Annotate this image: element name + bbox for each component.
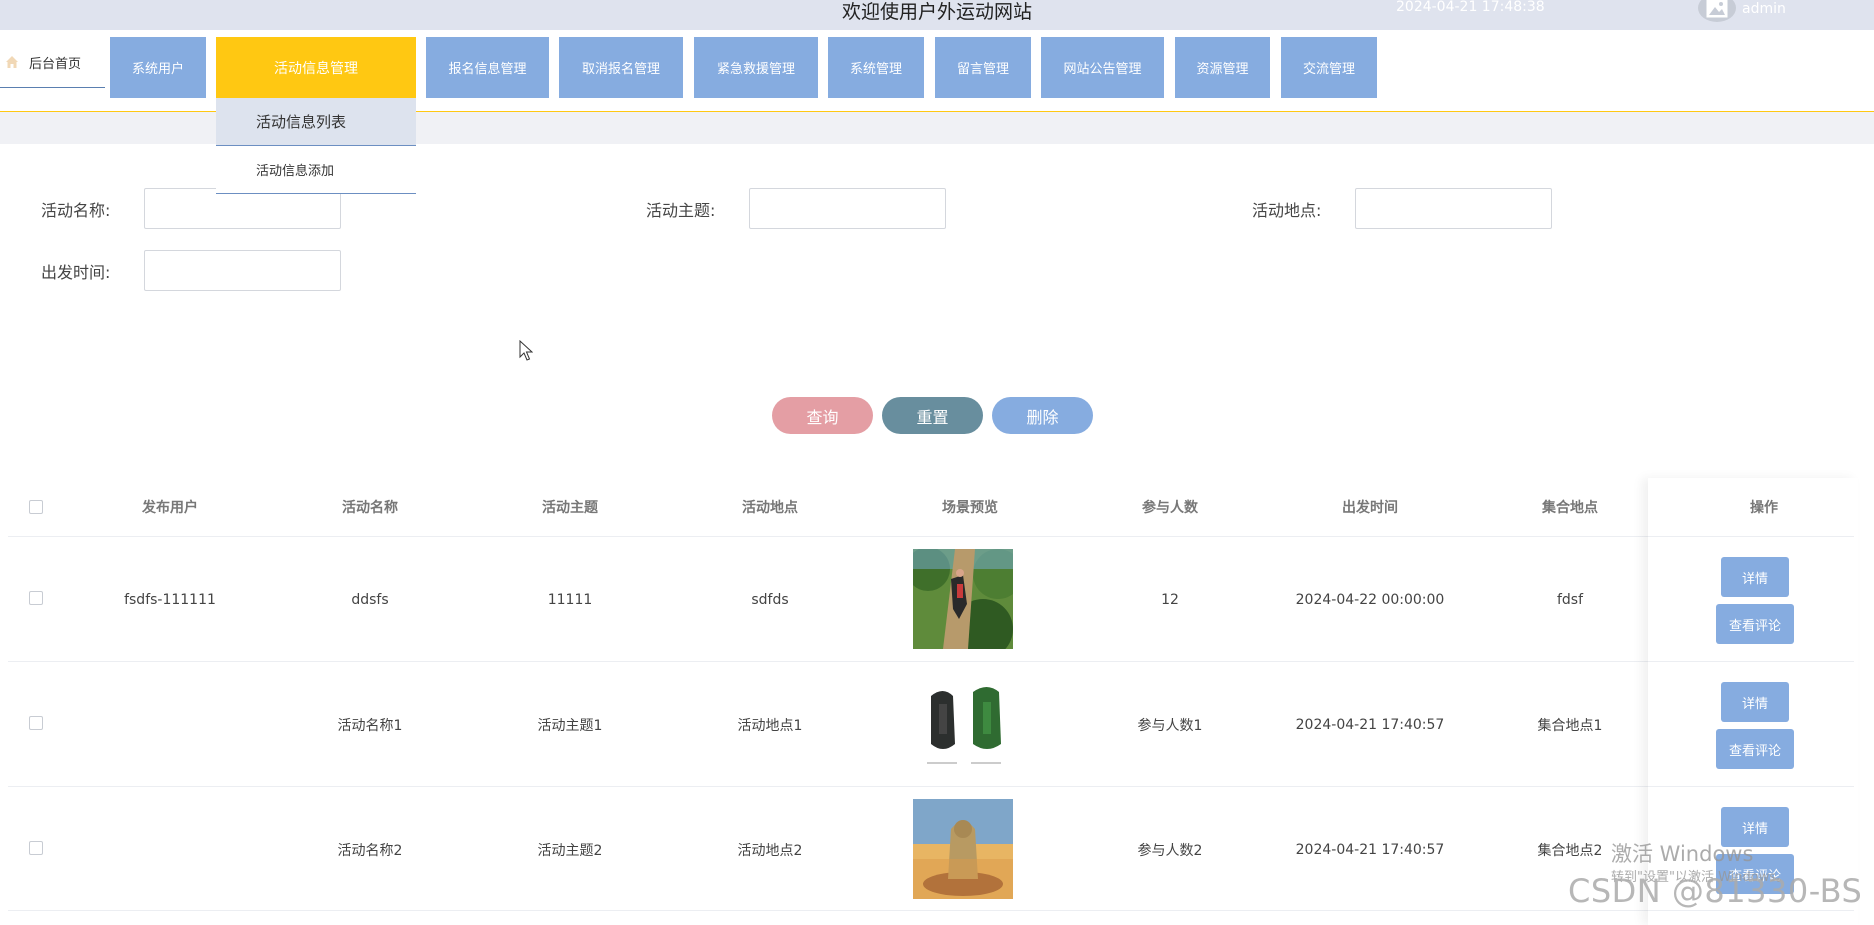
cell-user: fsdfs-111111 xyxy=(124,591,216,608)
cell-theme: 活动主题2 xyxy=(537,842,603,859)
detail-button[interactable]: 详情 xyxy=(1721,682,1789,722)
nav-cancel-registration[interactable]: 取消报名管理 xyxy=(559,37,683,98)
nav-exchange-management[interactable]: 交流管理 xyxy=(1281,37,1377,98)
query-button[interactable]: 查询 xyxy=(772,397,873,434)
nav-activity-management[interactable]: 活动信息管理 xyxy=(216,37,416,98)
activity-location-input[interactable] xyxy=(1355,188,1552,229)
view-comments-button[interactable]: 查看评论 xyxy=(1716,729,1794,769)
col-header-actions: 操作 xyxy=(1750,500,1778,516)
view-comments-button[interactable]: 查看评论 xyxy=(1716,604,1794,644)
cell-theme: 11111 xyxy=(547,591,593,608)
cell-user xyxy=(70,662,270,787)
cell-departure: 2024-04-22 00:00:00 xyxy=(1295,591,1445,608)
activate-windows-watermark: 激活 Windows xyxy=(1611,842,1754,866)
cell-meeting-point: 集合地点1 xyxy=(1537,717,1603,734)
datetime-display: 2024-04-21 17:48:38 xyxy=(1396,0,1545,15)
cell-participants: 参与人数2 xyxy=(1137,842,1203,859)
delete-button[interactable]: 删除 xyxy=(992,397,1093,434)
activity-dropdown-menu: 活动信息列表 活动信息添加 xyxy=(216,98,416,194)
cell-participants: 12 xyxy=(1161,591,1179,608)
image-placeholder-icon xyxy=(1706,0,1728,18)
activity-location-label: 活动地点: xyxy=(1252,201,1322,220)
col-header-preview: 场景预览 xyxy=(942,500,998,516)
menu-item-activity-list[interactable]: 活动信息列表 xyxy=(216,98,416,146)
cell-departure: 2024-04-21 17:40:57 xyxy=(1295,841,1445,858)
mouse-cursor-icon xyxy=(519,340,533,361)
col-header-location: 活动地点 xyxy=(742,500,798,516)
nav-resource-management[interactable]: 资源管理 xyxy=(1175,37,1270,98)
table-row: fsdfs-111111 ddsfs 11111 sdfds 12 2024-0… xyxy=(8,536,1854,661)
cell-theme: 活动主题1 xyxy=(537,717,603,734)
departure-time-label: 出发时间: xyxy=(41,263,111,282)
cell-location: sdfds xyxy=(751,591,789,608)
cell-location: 活动地点2 xyxy=(737,842,803,859)
site-title: 欢迎使用户外运动网站 xyxy=(841,1,1032,23)
nav-system-management[interactable]: 系统管理 xyxy=(828,37,924,98)
col-header-user: 发布用户 xyxy=(142,500,198,516)
cell-meeting-point: fdsf xyxy=(1556,591,1584,608)
cell-departure: 2024-04-21 17:40:57 xyxy=(1295,716,1445,733)
table-row: 活动名称1 活动主题1 活动地点1 参与人数1 2024-04-21 17:40… xyxy=(8,661,1854,786)
select-all-checkbox[interactable] xyxy=(29,500,43,514)
activity-name-label: 活动名称: xyxy=(41,201,111,220)
activity-name-input[interactable] xyxy=(144,188,341,229)
cell-name: ddsfs xyxy=(351,591,389,608)
col-header-name: 活动名称 xyxy=(342,500,398,516)
col-header-departure: 出发时间 xyxy=(1342,500,1398,516)
activity-theme-input[interactable] xyxy=(749,188,946,229)
scene-preview-image[interactable] xyxy=(913,799,1013,899)
scene-preview-image[interactable] xyxy=(913,549,1013,649)
cell-name: 活动名称1 xyxy=(337,717,403,734)
cell-user xyxy=(70,787,270,912)
col-header-meeting-point: 集合地点 xyxy=(1542,500,1598,516)
scene-preview-image[interactable] xyxy=(913,674,1013,774)
home-icon xyxy=(6,56,18,68)
row-checkbox[interactable] xyxy=(29,591,43,605)
row-checkbox[interactable] xyxy=(29,841,43,855)
top-header-bar: 欢迎使用户外运动网站 2024-04-21 17:48:38 admin xyxy=(0,0,1874,30)
departure-time-input[interactable] xyxy=(144,250,341,291)
nav-emergency-rescue[interactable]: 紧急救援管理 xyxy=(694,37,818,98)
cell-name: 活动名称2 xyxy=(337,842,403,859)
nav-system-users[interactable]: 系统用户 xyxy=(110,37,206,98)
reset-button[interactable]: 重置 xyxy=(882,397,983,434)
nav-announcement-management[interactable]: 网站公告管理 xyxy=(1041,37,1164,98)
col-header-participants: 参与人数 xyxy=(1142,500,1198,516)
detail-button[interactable]: 详情 xyxy=(1721,557,1789,597)
col-header-theme: 活动主题 xyxy=(542,500,598,516)
home-link[interactable]: 后台首页 xyxy=(0,44,105,88)
username[interactable]: admin xyxy=(1742,1,1786,17)
menu-item-activity-add[interactable]: 活动信息添加 xyxy=(216,146,416,194)
csdn-watermark: CSDN @81330-BS xyxy=(1568,872,1863,910)
activity-theme-label: 活动主题: xyxy=(646,201,716,220)
home-label: 后台首页 xyxy=(29,57,82,72)
row-checkbox[interactable] xyxy=(29,716,43,730)
cell-participants: 参与人数1 xyxy=(1137,717,1203,734)
nav-registration-management[interactable]: 报名信息管理 xyxy=(426,37,549,98)
cell-location: 活动地点1 xyxy=(737,717,803,734)
nav-message-management[interactable]: 留言管理 xyxy=(935,37,1031,98)
